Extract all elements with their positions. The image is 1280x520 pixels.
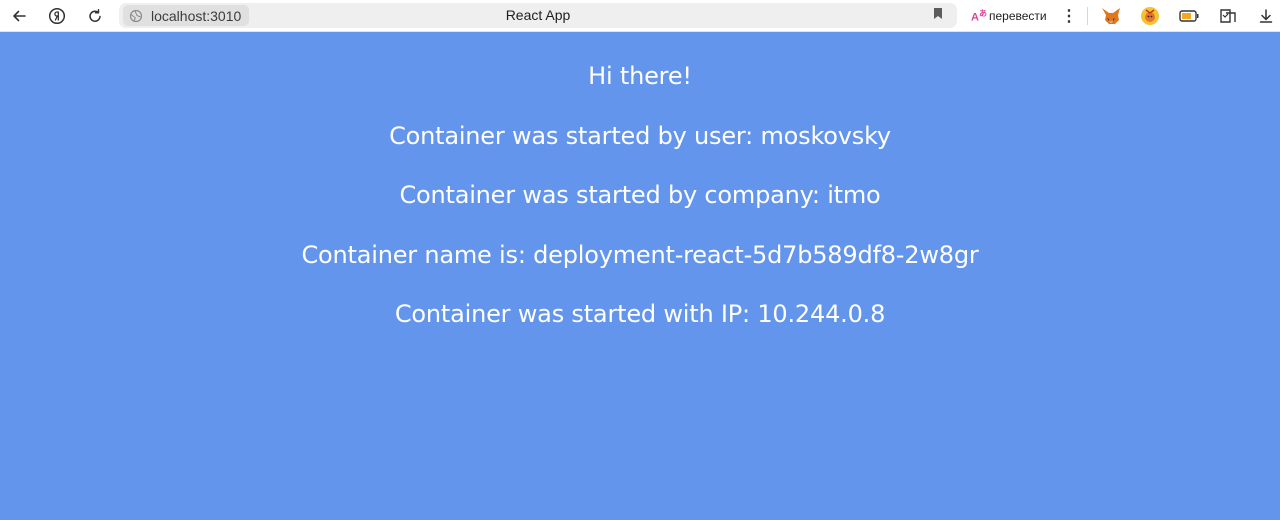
metamask-fox-icon[interactable]: [1099, 4, 1123, 28]
reload-button[interactable]: [76, 0, 114, 32]
container-ip-text: Container was started with IP: 10.244.0.…: [394, 300, 886, 329]
translate-button[interactable]: Aあ перевести: [965, 3, 1055, 28]
page-content: Hi there! Container was started by user:…: [0, 32, 1280, 520]
bookmark-button[interactable]: [927, 3, 949, 28]
translate-icon: Aあ: [971, 8, 987, 24]
back-button[interactable]: [0, 0, 38, 32]
extension-badge-icon[interactable]: [1138, 4, 1162, 28]
site-info-chip[interactable]: localhost:3010: [123, 5, 249, 26]
download-icon[interactable]: [1254, 4, 1278, 28]
toolbar-divider: [1087, 7, 1088, 25]
company-info-text: Container was started by company: itmo: [399, 181, 881, 210]
user-info-text: Container was started by user: moskovsky: [389, 121, 891, 150]
yandex-logo-icon: [48, 7, 66, 25]
browser-toolbar: localhost:3010 React App Aあ перевести ⋮: [0, 0, 1280, 32]
back-arrow-icon: [11, 8, 27, 24]
site-info-icon: [126, 5, 146, 26]
translate-label: перевести: [989, 8, 1047, 23]
url-text[interactable]: localhost:3010: [151, 8, 241, 24]
battery-icon[interactable]: [1177, 4, 1201, 28]
reload-icon: [87, 8, 103, 24]
yandex-button[interactable]: [38, 0, 76, 32]
bookmark-icon: [933, 7, 943, 25]
address-bar[interactable]: localhost:3010 React App: [119, 3, 957, 28]
greeting-text: Hi there!: [588, 62, 692, 90]
container-name-text: Container name is: deployment-react-5d7b…: [301, 240, 979, 269]
downloads-panel-icon[interactable]: [1216, 4, 1240, 28]
more-menu-icon[interactable]: ⋮: [1060, 3, 1078, 28]
